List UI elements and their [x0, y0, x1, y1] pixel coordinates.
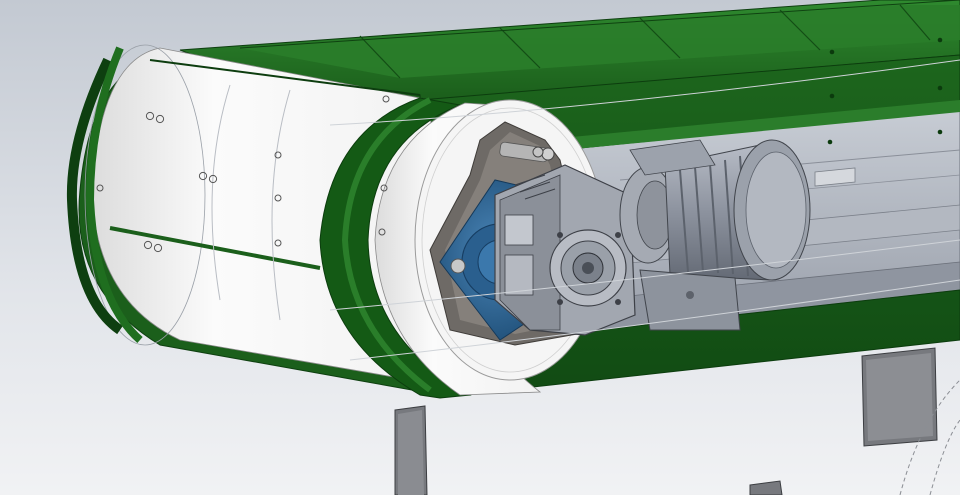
bolt-hole: [937, 37, 943, 43]
bolt-hole: [829, 49, 835, 55]
bolt-hole: [827, 139, 833, 145]
worm-gearbox: [494, 164, 636, 336]
bolt-hole: [937, 85, 943, 91]
cad-viewport[interactable]: [0, 0, 960, 495]
cad-model-render: [0, 0, 960, 495]
bolt-hole: [937, 129, 943, 135]
bolt-hole: [829, 93, 835, 99]
